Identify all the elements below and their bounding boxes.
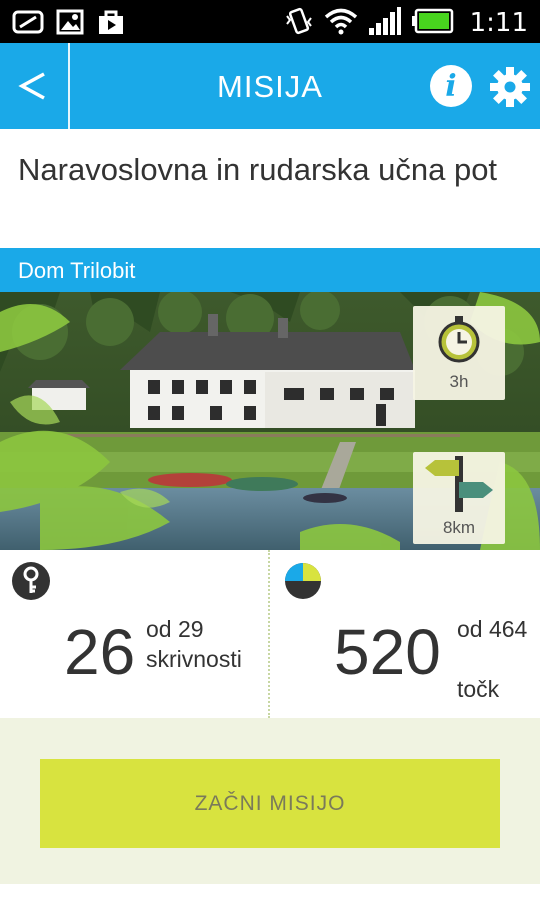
bottom-strip (0, 884, 540, 900)
key-icon (12, 562, 50, 600)
gallery-icon (12, 9, 44, 39)
start-mission-button[interactable]: ZAČNI MISIJO (40, 759, 500, 848)
location-bar: Dom Trilobit (0, 248, 540, 292)
settings-button[interactable] (488, 65, 532, 109)
duration-tile: 3h (413, 306, 505, 400)
points-count: 520 (334, 616, 441, 688)
stats-panel: 26 od 29 skrivnosti 520 od 464 točk (0, 550, 540, 718)
points-unit: točk (457, 676, 500, 702)
duration-label: 3h (449, 372, 469, 391)
play-store-icon (96, 8, 126, 40)
gear-icon (490, 67, 530, 107)
vibrate-icon (284, 6, 314, 40)
status-bar: 1:11 (0, 0, 540, 43)
secrets-total: od 29 (146, 616, 204, 642)
status-icons-left (12, 8, 126, 40)
pie-chart-icon (285, 563, 321, 599)
battery-icon (411, 8, 454, 38)
signpost-icon (425, 456, 493, 512)
mission-photo: 3h 8km (0, 292, 540, 550)
footer: ZAČNI MISIJO (0, 718, 540, 884)
info-button[interactable]: i (430, 65, 472, 107)
distance-label: 8km (442, 518, 476, 537)
stats-divider (268, 550, 270, 718)
action-bar: MISIJA i (0, 43, 540, 129)
image-icon (56, 9, 84, 39)
location-label: Dom Trilobit (18, 258, 136, 283)
info-icon: i (445, 68, 457, 104)
wifi-icon (324, 7, 358, 39)
stopwatch-icon (438, 316, 480, 363)
secrets-count: 26 (64, 616, 136, 688)
signal-icon (368, 6, 402, 40)
secrets-unit: skrivnosti (146, 646, 242, 672)
status-time: 1:11 (469, 8, 528, 38)
distance-tile: 8km (413, 452, 505, 544)
points-total: od 464 (457, 616, 528, 642)
mission-title: Naravoslovna in rudarska učna pot (18, 152, 498, 187)
status-icons-right: 1:11 (284, 6, 528, 40)
